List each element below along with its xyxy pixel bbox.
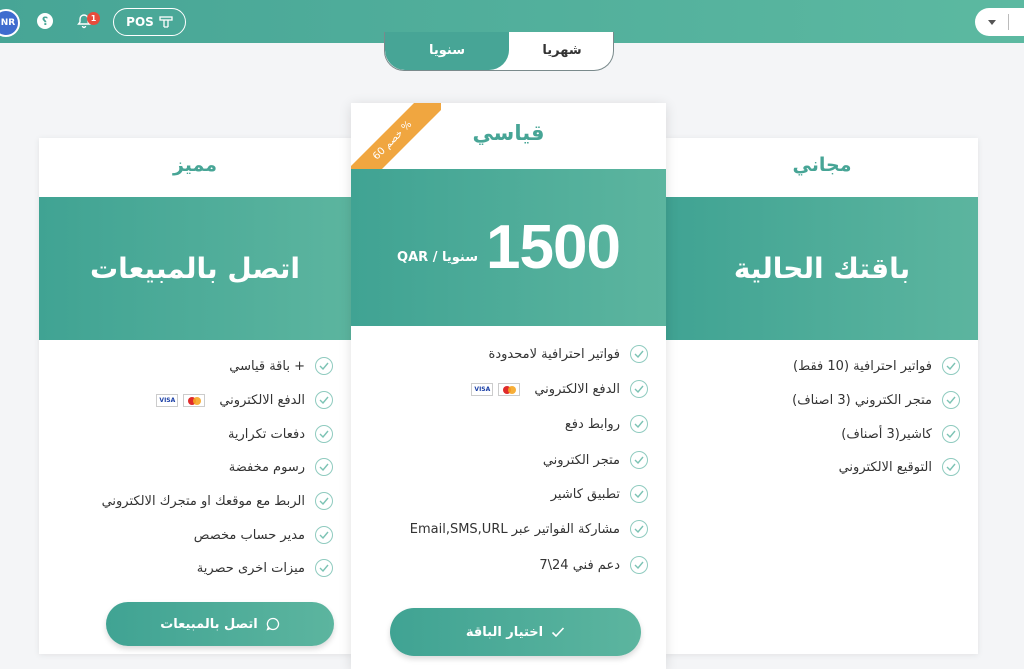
toggle-monthly[interactable]: شهريا [509, 32, 613, 70]
check-icon [942, 391, 960, 409]
feature-text: روابط دفع [564, 416, 620, 432]
toggle-yearly[interactable]: سنويا [385, 32, 509, 70]
feature-text: تطبيق كاشير [550, 486, 620, 502]
feature-item: كاشير(3 أصناف) [841, 425, 960, 443]
plan-card-standard: خصم 60 % قياسي QAR / سنويا 1500 فواتير ا… [351, 103, 666, 669]
visa-icon: VISA [156, 393, 179, 407]
plan-title: قياسي [472, 121, 545, 145]
price-band: QAR / سنويا 1500 [351, 169, 666, 326]
choose-plan-button[interactable]: اختيار الباقة [390, 608, 641, 656]
feature-text: التوقيع الالكتروني [838, 459, 932, 475]
check-icon [552, 627, 565, 638]
feature-item: الدفع الالكتروني VISA [471, 380, 648, 398]
feature-item: رسوم مخفضة [229, 458, 333, 476]
check-icon [630, 380, 648, 398]
feature-item: دعم فني 24\7 [539, 556, 648, 574]
price-unit: QAR / سنويا [397, 250, 478, 265]
help-icon[interactable]: ؟ [37, 13, 53, 29]
feature-text: فواتير احترافية (10 فقط) [793, 358, 932, 374]
feature-text: الدفع الالكتروني [534, 381, 620, 397]
check-icon [630, 520, 648, 538]
visa-icon: VISA [471, 382, 494, 396]
feature-item: فواتير احترافية لامحدودة [489, 345, 648, 363]
feature-item: متجر الكتروني (3 اصناف) [792, 391, 960, 409]
feature-item: متجر الكتروني [543, 451, 648, 469]
button-label: اتصل بالمبيعات [160, 616, 258, 632]
check-icon [942, 458, 960, 476]
feature-text: متجر الكتروني (3 اصناف) [792, 392, 932, 408]
check-icon [315, 526, 333, 544]
feature-item: الربط مع موقعك او متجرك الالكتروني [102, 492, 333, 510]
feature-text: دعم فني 24\7 [539, 557, 620, 573]
check-icon [630, 451, 648, 469]
mastercard-icon [498, 382, 521, 396]
check-icon [630, 485, 648, 503]
check-icon [315, 492, 333, 510]
feature-text: دفعات تكرارية [227, 426, 305, 442]
check-icon [315, 559, 333, 577]
check-icon [315, 458, 333, 476]
plan-band: باقتك الحالية [666, 197, 978, 340]
feature-item: فواتير احترافية (10 فقط) [793, 357, 960, 375]
feature-item: دفعات تكرارية [228, 425, 333, 443]
feature-item: مشاركة الفواتير عبر Email,SMS,URL [410, 520, 648, 538]
check-icon [315, 391, 333, 409]
chat-icon [266, 617, 279, 631]
pos-button[interactable]: POS [113, 8, 186, 36]
mastercard-icon [183, 393, 206, 407]
check-icon [315, 357, 333, 375]
feature-item: تطبيق كاشير [551, 485, 648, 503]
feature-item: + باقة قياسي [229, 357, 333, 375]
price-value: 1500 [486, 213, 621, 282]
feature-item: مدير حساب مخصص [194, 526, 333, 544]
check-icon [942, 357, 960, 375]
plan-card-premium: مميز اتصل بالمبيعات + باقة قياسي الدفع ا… [39, 138, 351, 654]
plan-card-free: مجاني باقتك الحالية فواتير احترافية (10 … [666, 138, 978, 654]
dropdown-divider [1008, 14, 1009, 30]
payment-icons: VISA [156, 393, 206, 407]
language-dropdown[interactable] [975, 8, 1024, 36]
check-icon [630, 415, 648, 433]
plan-title: مجاني [792, 154, 852, 176]
feature-text: مدير حساب مخصص [193, 527, 305, 543]
contact-sales-button[interactable]: اتصل بالمبيعات [106, 602, 334, 646]
feature-text: + باقة قياسي [229, 358, 305, 374]
feature-item: ميزات اخرى حصرية [197, 559, 333, 577]
payment-icons: VISA [471, 382, 521, 396]
feature-text: رسوم مخفضة [228, 459, 305, 475]
check-icon [315, 425, 333, 443]
plan-band-text: اتصل بالمبيعات [89, 252, 301, 285]
notification-badge: 1 [87, 12, 100, 25]
plan-title: مميز [172, 154, 218, 176]
feature-text: ميزات اخرى حصرية [196, 560, 305, 576]
feature-item: الدفع الالكتروني VISA [156, 391, 333, 409]
check-icon [942, 425, 960, 443]
pos-icon [159, 16, 173, 28]
check-icon [630, 556, 648, 574]
feature-text: مشاركة الفواتير عبر Email,SMS,URL [409, 521, 620, 537]
button-label: اختيار الباقة [465, 624, 544, 640]
billing-period-toggle: سنويا شهريا [384, 32, 614, 71]
pos-label: POS [126, 15, 154, 29]
chevron-down-icon [988, 20, 996, 25]
feature-text: كاشير(3 أصناف) [841, 426, 932, 442]
plan-band-text: باقتك الحالية [733, 252, 911, 285]
feature-text: الربط مع موقعك او متجرك الالكتروني [101, 493, 305, 509]
plan-band: اتصل بالمبيعات [39, 197, 351, 340]
check-icon [630, 345, 648, 363]
user-avatar[interactable]: NR [0, 9, 20, 37]
feature-item: روابط دفع [565, 415, 648, 433]
feature-item: التوقيع الالكتروني [839, 458, 960, 476]
feature-text: متجر الكتروني [542, 452, 620, 468]
feature-text: فواتير احترافية لامحدودة [488, 346, 620, 362]
feature-text: الدفع الالكتروني [219, 392, 305, 408]
